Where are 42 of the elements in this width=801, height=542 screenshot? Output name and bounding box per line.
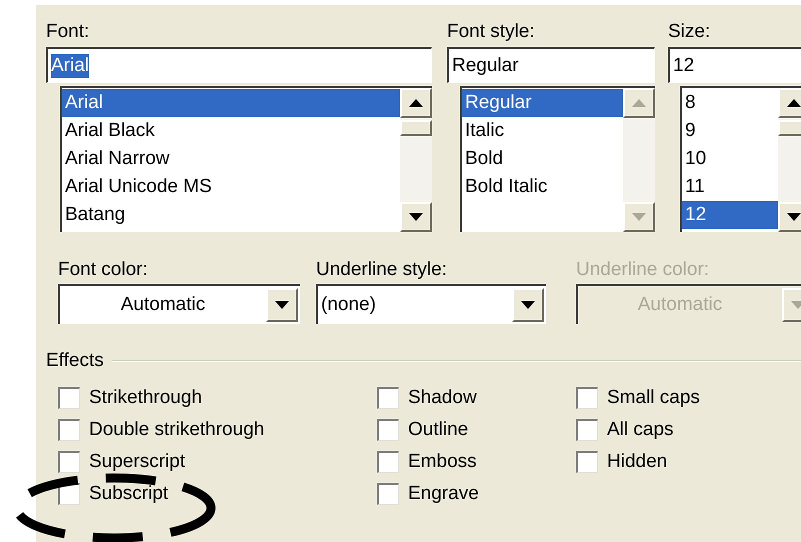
text-field[interactable]: Regular [447,47,655,83]
list-item[interactable]: 8 [682,89,778,117]
checkbox-label: Hidden [607,450,668,474]
list-item[interactable]: 10 [682,145,778,173]
checkbox-label: Small caps [607,386,700,410]
text-field[interactable]: 12 [668,47,801,83]
dropdown-label: Underline color: [576,258,710,282]
list-item[interactable]: 12 [682,201,778,229]
dropdown-label: Font color: [58,258,149,282]
checkbox-label: Subscript [89,482,168,506]
dropdown[interactable]: (none) [316,284,546,324]
list-item[interactable]: Regular [462,89,623,117]
text-field[interactable]: Arial [46,47,432,83]
field-value: Regular [452,54,519,78]
dropdown[interactable]: Automatic [58,284,300,324]
field-value: 12 [673,54,694,78]
list-item[interactable]: Bold Italic [462,173,623,201]
list-item[interactable]: 11 [682,173,778,201]
size-label: Size: [668,20,712,44]
checkbox-label: Engrave [408,482,479,506]
field-value: Arial [51,54,90,78]
list-item[interactable]: 9 [682,117,778,145]
checkbox-label: Emboss [408,450,477,474]
dropdown-value: (none) [320,292,377,317]
checkbox-label: Shadow [408,386,477,410]
dropdown-label: Underline style: [316,258,448,282]
list-item[interactable]: Arial Unicode MS [62,173,400,201]
effects-heading: Effects [46,349,104,373]
dropdown-value: Automatic [636,292,724,317]
dropdown-value: Automatic [120,292,206,317]
checkbox-label: Double strikethrough [89,418,264,442]
checkbox-label: Strikethrough [89,386,202,410]
list-item[interactable]: Arial Narrow [62,145,400,173]
list-item[interactable]: Arial Black [62,117,400,145]
checkbox-label: Outline [408,418,468,442]
list-item[interactable]: Arial [62,89,400,117]
checkbox-label: All caps [607,418,674,442]
list-item[interactable]: Batang [62,201,400,229]
checkbox-label: Superscript [89,450,186,474]
list-item[interactable]: Italic [462,117,623,145]
font-label: Font: [46,20,90,44]
list-item[interactable]: Bold [462,145,623,173]
